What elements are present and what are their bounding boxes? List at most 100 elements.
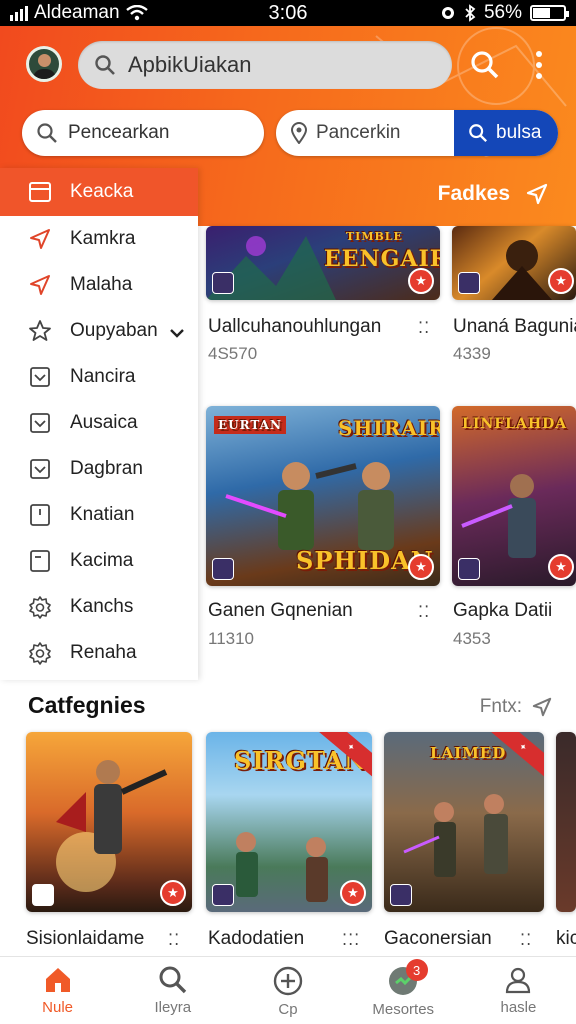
nav-messages[interactable]: 3 Mesortes [346,957,461,1024]
more-menu-button[interactable] [520,46,558,84]
more-dots-icon[interactable]: ⁚⁚ [418,602,430,622]
search-icon [471,51,499,79]
checkbox-icon [28,365,52,389]
game-badge-icon [212,272,234,294]
category-title[interactable]: Sisionlaidame [26,928,144,950]
category-card-1[interactable]: ★ [26,732,192,912]
search-button[interactable] [466,46,504,84]
sidebar-item-label: Nancira [70,366,136,387]
nav-label: Mesortes [372,1001,435,1018]
game-badge-icon [32,884,54,906]
sidebar-item-label: Kanchs [70,596,134,617]
more-vertical-icon [536,51,542,79]
carrier-label: Aldeaman [34,2,120,23]
bookmark-icon [28,549,52,573]
game-count: 11310 [208,629,255,648]
sidebar-item-nancira[interactable]: Nancira [0,354,198,400]
signal-icon [10,5,28,21]
game-art-tag: EURTAN [214,416,286,434]
game-art-subtitle: SHIRAIRR [338,416,440,440]
sidebar-item-kanchs[interactable]: Kanchs [0,584,198,630]
window-icon [28,180,52,204]
search-pill-text: Pencearkan [68,122,170,143]
search-submit-button[interactable]: bulsa [454,110,558,156]
notification-badge: 3 [405,959,428,981]
game-art-title: LINFLAHDA [462,416,568,432]
sidebar-item-dagbran[interactable]: Dagbran [0,446,198,492]
favorite-icon[interactable]: ★ [340,880,366,906]
game-badge-icon [212,884,234,906]
sidebar-item-label: Oupyaban [70,320,158,341]
game-title[interactable]: Uallcuhanouhlungan [208,316,381,338]
game-card-3[interactable]: EURTAN SHIRAIRR SPHIDAN ★ [206,406,440,586]
sidebar-item-label: Kacima [70,550,134,571]
nav-label: Nule [42,999,74,1016]
category-title[interactable]: kic [556,928,576,950]
sidebar-item-oupyaban[interactable]: Oupyaban [0,308,198,354]
sidebar-item-renaha[interactable]: Renaha [0,630,198,676]
game-card-2[interactable]: ★ [452,226,576,300]
home-icon [45,968,70,992]
featured-label: Fadkes [437,182,510,205]
game-title[interactable]: Unaná Bagunia [453,316,576,338]
alarm-icon [441,7,454,19]
nav-add[interactable]: Cp [230,957,345,1024]
main-search-bar[interactable]: ApbikUiakan [78,41,452,89]
search-submit-label: bulsa [496,122,542,143]
favorite-icon[interactable]: ★ [408,268,434,294]
game-title[interactable]: Gapka Datii [453,600,552,622]
more-dots-icon[interactable]: ⁚⁚⁚ [342,930,360,950]
favorite-icon[interactable]: ★ [160,880,186,906]
category-title[interactable]: Gaconersian [384,928,492,950]
sidebar: Keacka Kamkra Malaha Oupyaban Nancira Au… [0,168,198,680]
favorite-icon[interactable]: ★ [548,554,574,580]
game-title[interactable]: Ganen Gqnenian [208,600,353,622]
location-field[interactable]: Pancerkin [276,110,454,156]
categories-more-label: Fntx: [479,696,522,717]
sidebar-item-knatian[interactable]: Knatian [0,492,198,538]
avatar[interactable] [26,46,62,82]
nav-label: Ileyra [154,999,192,1016]
category-card-2[interactable]: SIRGTAN ★ ✦ [206,732,372,912]
status-bar: Aldeaman 3:06 56% [0,0,576,26]
category-card-3[interactable]: LAIMED ✦ [384,732,544,912]
more-dots-icon[interactable]: ⁚⁚ [418,318,430,338]
sidebar-item-keacka[interactable]: Keacka [0,168,198,216]
battery-icon [530,5,569,21]
nav-search[interactable]: Ileyra [115,957,230,1024]
gear-icon [28,595,52,619]
category-art-title: LAIMED [430,744,507,762]
sidebar-item-kacima[interactable]: Kacima [0,538,198,584]
send-icon [526,183,548,205]
location-field-text: Pancerkin [316,122,401,143]
sidebar-item-label: Renaha [70,642,137,663]
nav-label: hasle [500,999,537,1016]
nav-profile[interactable]: hasle [461,957,576,1024]
game-card-4[interactable]: LINFLAHDA ★ [452,406,576,586]
battery-percent: 56% [483,2,522,23]
search-pill-field[interactable]: Pencearkan [22,110,264,156]
main-search-text: ApbikUiakan [128,52,252,77]
nav-home[interactable]: Nule [0,957,115,1024]
category-title[interactable]: Kadodatien [208,928,304,950]
game-count: 4339 [453,344,491,363]
game-card-1[interactable]: TIMBLE EENGAIRBA ★ [206,226,440,300]
sidebar-item-kamkra[interactable]: Kamkra [0,216,198,262]
game-count: 4353 [453,629,491,648]
sidebar-item-label: Kamkra [70,228,136,249]
chevron-down-icon[interactable] [170,322,184,344]
wifi-icon [125,5,148,21]
sidebar-item-ausaica[interactable]: Ausaica [0,400,198,446]
favorite-icon[interactable]: ★ [548,268,574,294]
add-circle-icon [273,966,303,996]
categories-more-link[interactable]: Fntx: [480,696,552,718]
game-badge-icon [212,558,234,580]
more-dots-icon[interactable]: ⁚⁚ [520,930,532,950]
checkbox-icon [28,457,52,481]
sidebar-item-malaha[interactable]: Malaha [0,262,198,308]
featured-link[interactable]: Fadkes [438,182,548,206]
category-card-4[interactable] [556,732,576,912]
more-dots-icon[interactable]: ⁚⁚ [168,930,180,950]
send-icon [28,227,52,251]
favorite-icon[interactable]: ★ [408,554,434,580]
